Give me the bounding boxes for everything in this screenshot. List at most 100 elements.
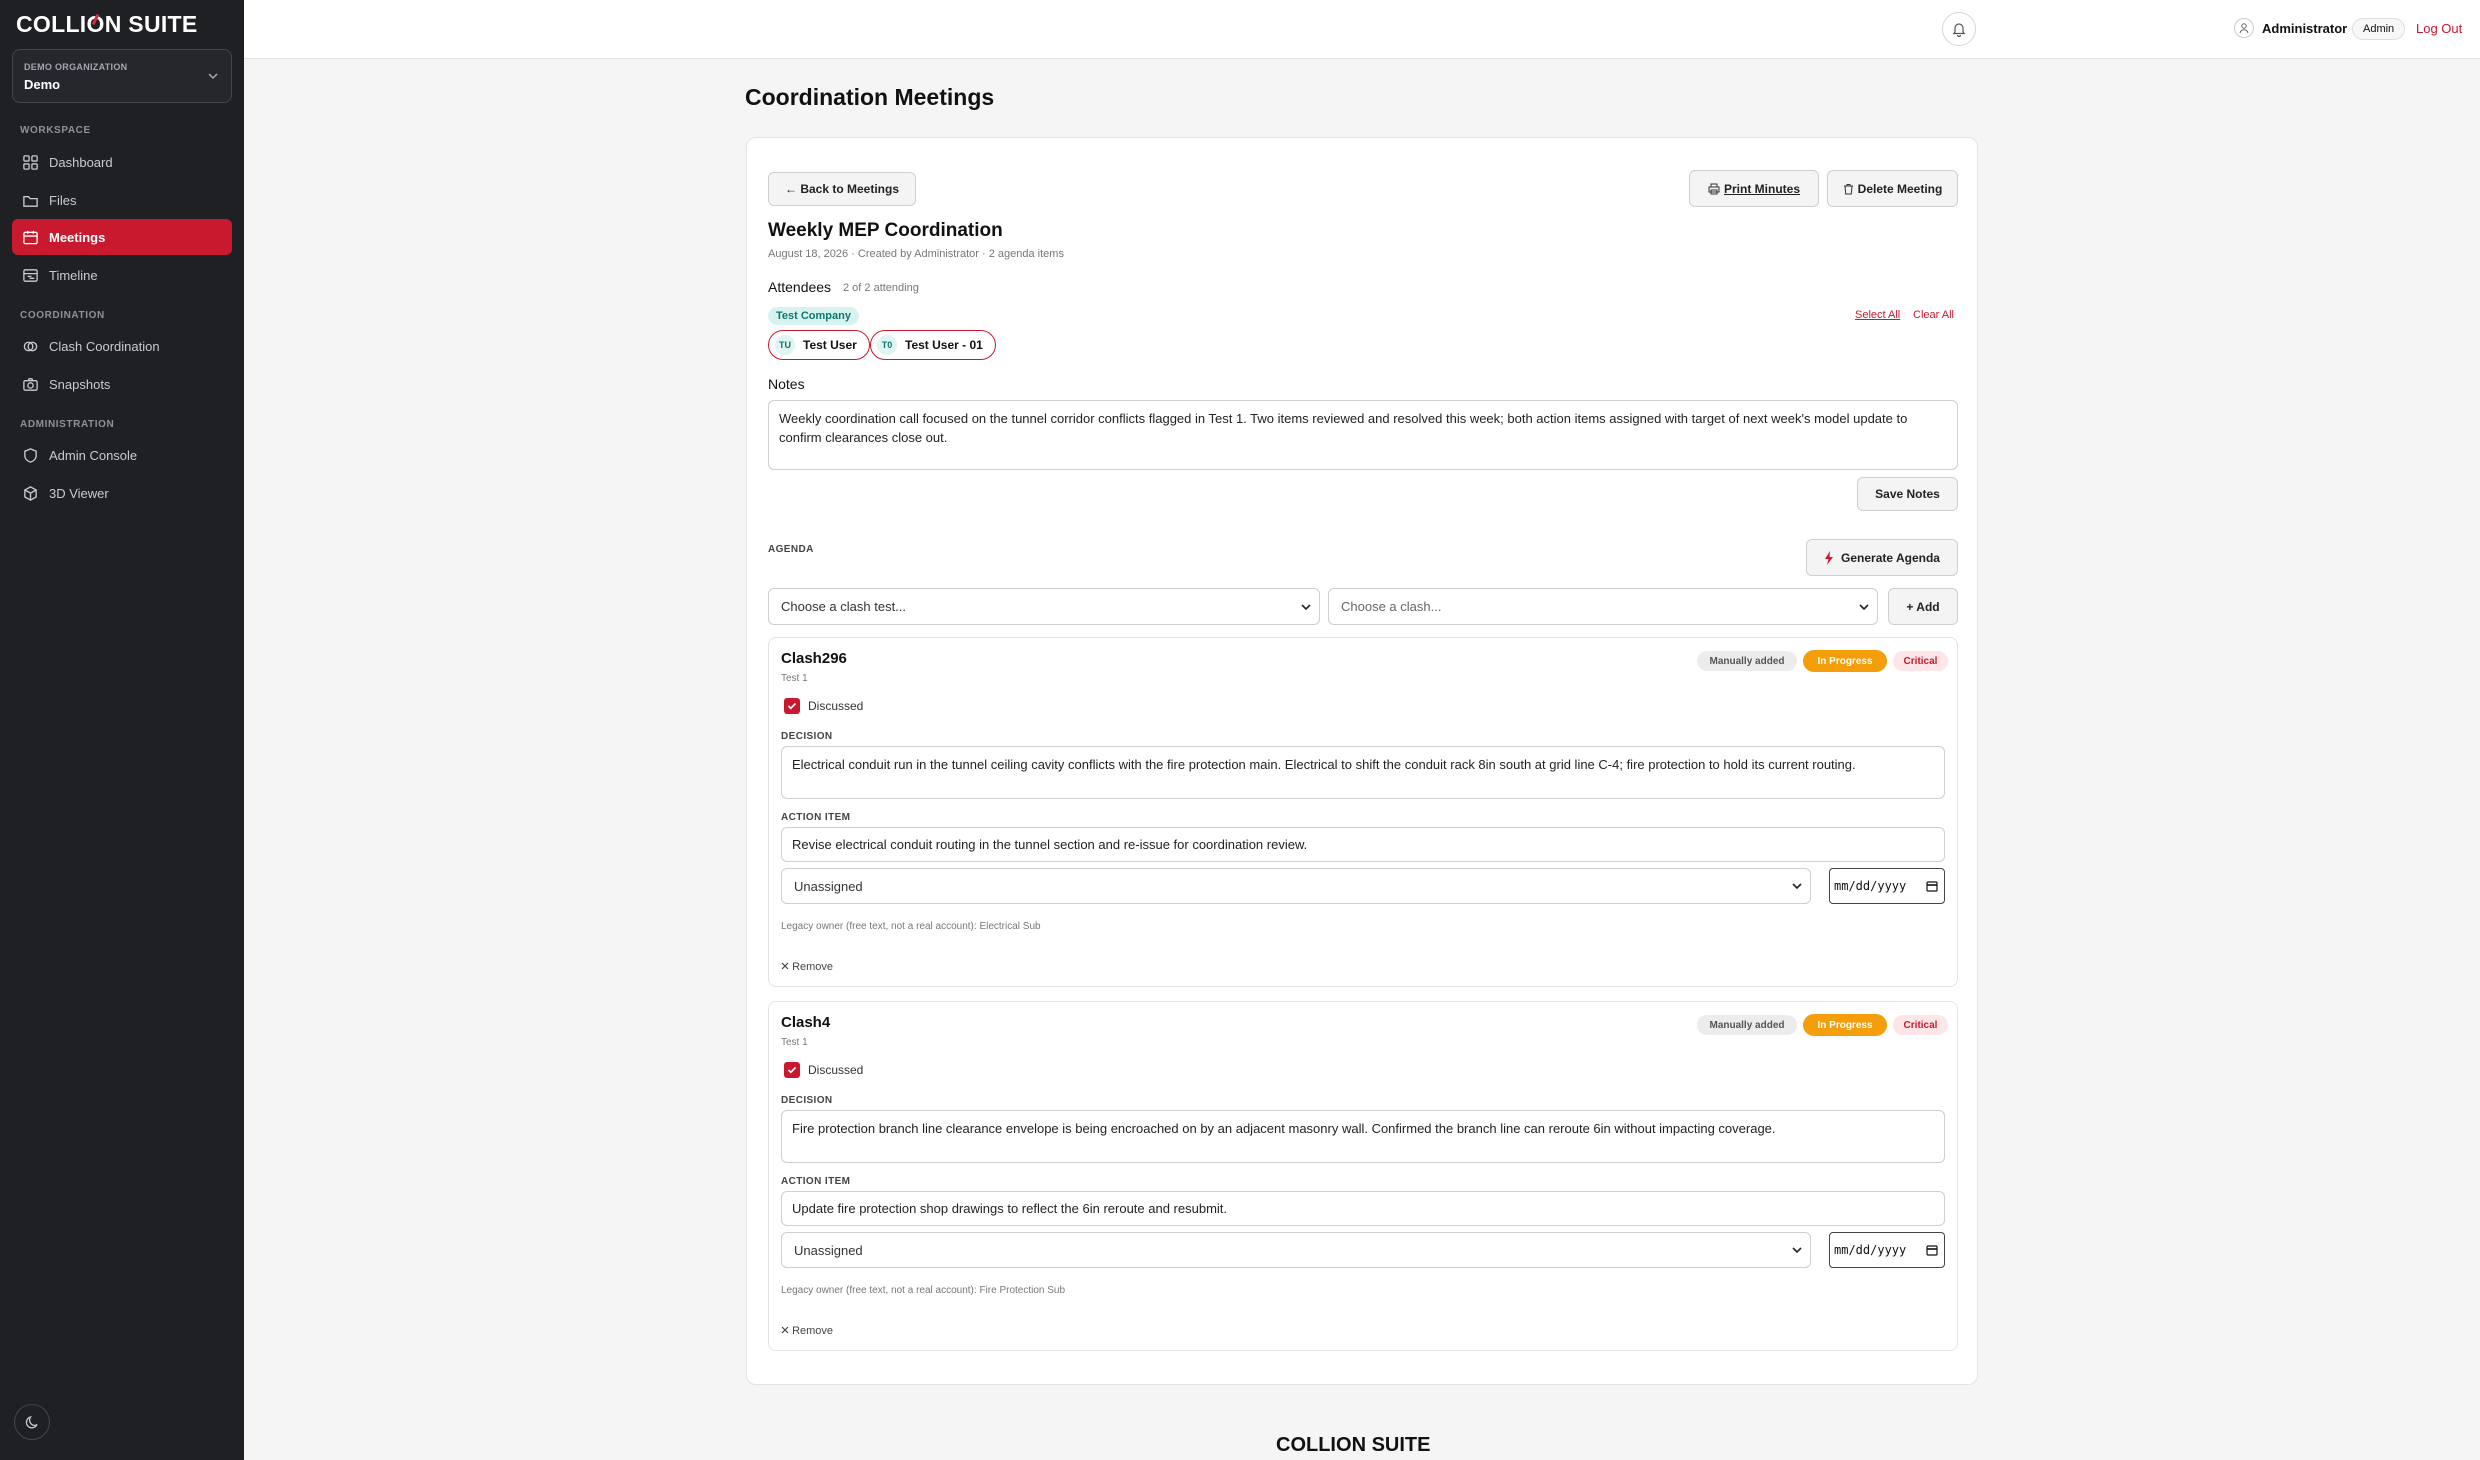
due-date-input[interactable]: mm/dd/yyyy (1829, 1232, 1945, 1268)
clash-icon (23, 341, 38, 351)
avatar: TU (775, 335, 795, 355)
cube-icon (24, 485, 37, 501)
bell-icon (1952, 23, 1966, 37)
select-all-link[interactable]: Select All (1855, 309, 1900, 321)
chevron-down-icon (208, 73, 218, 80)
remove-agenda-item-button[interactable]: Remove (781, 961, 833, 973)
sidebar-item-meetings[interactable]: Meetings (12, 219, 232, 255)
meeting-title: Weekly MEP Coordination (768, 220, 1003, 241)
sidebar-item-label: Snapshots (49, 376, 111, 392)
agenda-item: Clash4 Test 1 Manually added In Progress… (768, 1001, 1958, 1351)
logout-link[interactable]: Log Out (2416, 21, 2462, 36)
attendees-count: 2 of 2 attending (843, 282, 919, 294)
check-icon (787, 1066, 797, 1074)
sidebar-item-label: Files (49, 192, 77, 208)
check-icon (787, 702, 797, 710)
user-icon (2234, 18, 2254, 38)
discussed-checkbox[interactable] (784, 1062, 800, 1078)
source-badge: Manually added (1697, 1015, 1797, 1035)
sidebar-item-label: Clash Coordination (49, 338, 160, 354)
clash-test-name: Test 1 (781, 673, 808, 684)
sidebar-item-clash-coordination[interactable]: Clash Coordination (12, 328, 232, 364)
attendee-chip[interactable]: T0 Test User - 01 (870, 330, 996, 360)
lightning-icon (1825, 550, 1834, 565)
timeline-icon (23, 268, 38, 282)
delete-meeting-button[interactable]: Delete Meeting (1827, 170, 1958, 207)
meeting-meta: August 18, 2026 · Created by Administrat… (768, 248, 1064, 260)
notes-label: Notes (768, 376, 805, 392)
action-item-input[interactable]: Revise electrical conduit routing in the… (781, 827, 1945, 862)
severity-badge: Critical (1893, 1015, 1948, 1035)
org-switcher[interactable]: DEMO ORGANIZATION Demo (12, 49, 232, 103)
discussed-label: Discussed (808, 1063, 864, 1077)
clear-all-link[interactable]: Clear All (1913, 309, 1954, 321)
source-badge: Manually added (1697, 651, 1797, 671)
legacy-owner-note: Legacy owner (free text, not a real acco… (781, 921, 1041, 932)
sidebar-item-snapshots[interactable]: Snapshots (12, 366, 232, 402)
agenda-label: AGENDA (768, 544, 814, 555)
grid-icon (23, 154, 38, 170)
shield-icon (24, 447, 37, 463)
assignee-select[interactable]: Unassigned (781, 868, 1811, 904)
user-menu[interactable]: Administrator (2234, 18, 2347, 38)
org-label: DEMO ORGANIZATION (24, 62, 128, 72)
add-agenda-item-button[interactable]: + Add (1888, 588, 1958, 625)
due-date-input[interactable]: mm/dd/yyyy (1829, 868, 1945, 904)
chevron-down-icon (1301, 603, 1311, 610)
decision-textarea[interactable]: Electrical conduit run in the tunnel cei… (781, 746, 1945, 799)
section-coordination: COORDINATION (20, 310, 105, 321)
clash-test-select[interactable]: Choose a clash test... (768, 588, 1320, 625)
sidebar-item-label: Admin Console (49, 447, 138, 463)
discussed-checkbox[interactable] (784, 698, 800, 714)
back-to-meetings-button[interactable]: ← Back to Meetings (768, 172, 916, 206)
trash-icon (1843, 183, 1853, 194)
sidebar-item-3d-viewer[interactable]: 3D Viewer (12, 475, 232, 511)
assignee-select[interactable]: Unassigned (781, 1232, 1811, 1268)
clash-title[interactable]: Clash4 (781, 1014, 830, 1031)
section-workspace: WORKSPACE (20, 125, 91, 136)
generate-agenda-button[interactable]: Generate Agenda (1806, 539, 1958, 576)
meeting-detail-card: ← Back to Meetings Print Minutes Delete … (746, 137, 1978, 1385)
close-icon (781, 1326, 789, 1334)
status-badge: In Progress (1803, 650, 1887, 672)
discussed-label: Discussed (808, 699, 864, 713)
sidebar-item-dashboard[interactable]: Dashboard (12, 144, 232, 180)
brand-logo[interactable]: COLLION SUITE (16, 11, 198, 38)
agenda-item: Clash296 Test 1 Manually added In Progre… (768, 637, 1958, 987)
printer-icon (1708, 183, 1720, 194)
close-icon (781, 962, 789, 970)
attendee-chip[interactable]: TU Test User (768, 330, 870, 360)
folder-icon (23, 195, 38, 207)
attendees-label: Attendees (768, 279, 832, 295)
sidebar-item-label: 3D Viewer (49, 485, 109, 501)
sidebar-item-label: Dashboard (49, 154, 113, 170)
sidebar-item-timeline[interactable]: Timeline (12, 257, 232, 293)
moon-icon (25, 1415, 38, 1429)
sidebar-item-files[interactable]: Files (12, 182, 232, 218)
clash-select[interactable]: Choose a clash... (1328, 588, 1878, 625)
sidebar-item-admin-console[interactable]: Admin Console (12, 437, 232, 473)
sidebar-item-label: Meetings (49, 229, 106, 245)
decision-label: DECISION (781, 731, 833, 742)
theme-toggle[interactable] (14, 1404, 50, 1440)
decision-label: DECISION (781, 1095, 833, 1106)
notifications-button[interactable] (1942, 12, 1976, 46)
clash-title[interactable]: Clash296 (781, 650, 847, 667)
avatar: T0 (877, 335, 897, 355)
remove-agenda-item-button[interactable]: Remove (781, 1325, 833, 1337)
footer-logo: COLLION SUITE (1276, 1434, 1431, 1456)
topbar: Administrator Admin Log Out (244, 0, 2480, 59)
action-item-label: ACTION ITEM (781, 812, 851, 823)
print-minutes-button[interactable]: Print Minutes (1689, 170, 1819, 207)
decision-textarea[interactable]: Fire protection branch line clearance en… (781, 1110, 1945, 1163)
chevron-down-icon (1792, 883, 1802, 890)
company-tag: Test Company (768, 307, 859, 325)
sidebar: COLLION SUITE DEMO ORGANIZATION Demo WOR… (0, 0, 244, 1460)
chevron-down-icon (1792, 1247, 1802, 1254)
save-notes-button[interactable]: Save Notes (1857, 477, 1958, 511)
action-item-input[interactable]: Update fire protection shop drawings to … (781, 1191, 1945, 1226)
action-item-label: ACTION ITEM (781, 1176, 851, 1187)
calendar-icon (1926, 881, 1938, 892)
calendar-icon (1926, 1245, 1938, 1256)
notes-textarea[interactable]: Weekly coordination call focused on the … (768, 400, 1958, 470)
